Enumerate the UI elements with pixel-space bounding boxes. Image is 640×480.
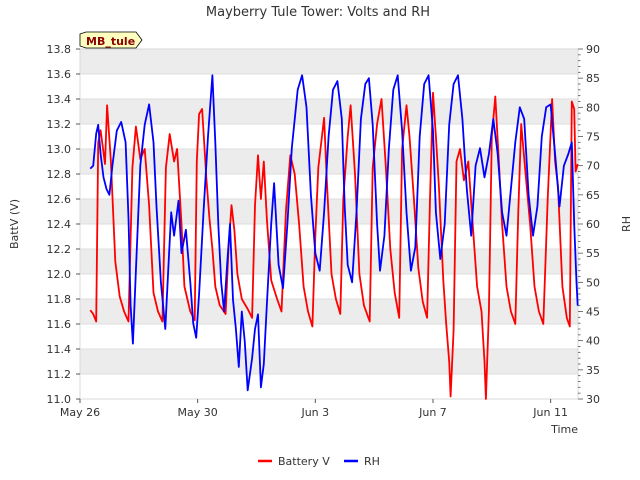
left-tick-label: 11.8 [47,293,72,306]
left-tick-label: 12.8 [47,168,72,181]
right-tick-label: 55 [586,247,600,260]
x-tick-label: Jun 3 [300,406,329,419]
right-y-axis-ticks: 30 35 40 45 50 55 60 65 70 75 80 85 90 [578,43,600,406]
plot-band [80,99,578,124]
right-tick-label: 60 [586,218,600,231]
left-tick-label: 13.0 [47,143,72,156]
left-tick-label: 11.4 [47,343,72,356]
right-tick-label: 35 [586,364,600,377]
x-axis-ticks: May 26 May 30 Jun 3 Jun 7 Jun 11 [60,399,568,419]
station-badge: MB_tule [79,31,143,49]
x-tick-label: May 26 [60,406,100,419]
chart-title: Mayberry Tule Tower: Volts and RH [206,5,430,20]
right-tick-label: 40 [586,335,600,348]
left-tick-label: 12.0 [47,268,72,281]
left-tick-label: 13.6 [47,68,72,81]
x-axis-title: Time [550,423,578,436]
legend-label-battery: Battery V [278,455,330,468]
right-tick-label: 50 [586,276,600,289]
left-y-axis-ticks: 11.0 11.2 11.4 11.6 11.8 12.0 12.2 12.4 12.6 12.8… [47,43,80,406]
right-tick-label: 30 [586,393,600,406]
x-tick-label: Jun 7 [418,406,447,419]
left-tick-label: 13.2 [47,118,72,131]
right-tick-label: 65 [586,189,600,202]
right-tick-label: 90 [586,43,600,56]
left-tick-label: 11.0 [47,393,72,406]
right-tick-label: 80 [586,101,600,114]
left-y-axis-title: BattV (V) [8,199,21,249]
station-badge-label: MB_tule [86,35,135,48]
left-tick-label: 12.2 [47,243,72,256]
plot-band [80,299,578,324]
legend: Battery V RH [258,455,380,468]
left-tick-label: 12.4 [47,218,72,231]
legend-label-rh: RH [364,455,380,468]
chart: May 26 May 30 Jun 3 Jun 7 Jun 11 11.011.211.… [8,5,633,468]
right-tick-label: 70 [586,160,600,173]
right-tick-label: 45 [586,306,600,319]
left-tick-label: 13.8 [47,43,72,56]
right-tick-label: 75 [586,131,600,144]
x-tick-label: May 30 [178,406,218,419]
x-tick-label: Jun 11 [532,406,568,419]
plot-band [80,349,578,374]
right-y-axis-title: RH [620,216,633,232]
left-tick-label: 11.2 [47,368,72,381]
right-tick-label: 85 [586,72,600,85]
left-tick-label: 11.6 [47,318,72,331]
left-tick-label: 13.4 [47,93,72,106]
plot-band [80,49,578,74]
left-tick-label: 12.6 [47,193,72,206]
